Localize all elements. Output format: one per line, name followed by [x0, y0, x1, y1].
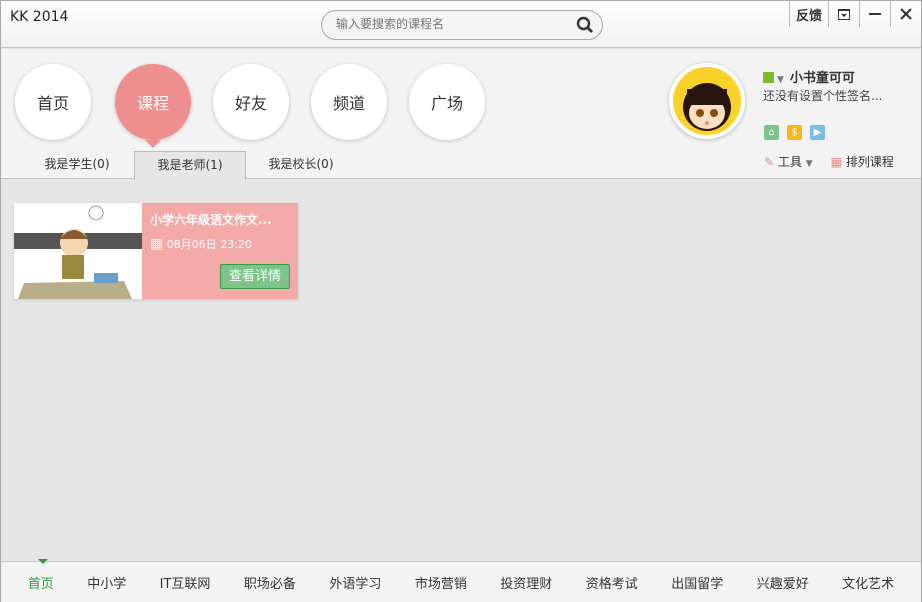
wrench-icon: ✎	[764, 155, 774, 169]
category-exams[interactable]: 资格考试	[586, 573, 638, 592]
search-icon[interactable]	[576, 16, 594, 34]
calendar-icon: ▦	[150, 236, 163, 252]
avatar[interactable]	[669, 63, 745, 139]
title-bar: KK 2014 反馈	[1, 1, 921, 48]
user-signature[interactable]: 还没有设置个性签名...	[763, 87, 882, 104]
category-arts[interactable]: 文化艺术	[842, 573, 894, 592]
tools-menu[interactable]: ✎ 工具 ▼	[764, 153, 813, 170]
category-bar: 首页 中小学 IT互联网 职场必备 外语学习 市场营销 投资理财 资格考试 出国…	[1, 561, 921, 602]
minimize-button[interactable]	[859, 1, 890, 27]
chevron-down-icon: ▼	[806, 159, 813, 169]
category-k12[interactable]: 中小学	[87, 573, 126, 592]
dropdown-box-icon	[838, 9, 850, 20]
online-status-icon[interactable]	[763, 72, 774, 83]
app-window: KK 2014 反馈 首页 课程 好友 频道 广场 我是学生(0) 我是老师(1…	[0, 0, 922, 602]
arrange-courses-button[interactable]: ▦ 排列课程	[831, 153, 894, 170]
nav-home[interactable]: 首页	[15, 64, 91, 140]
view-details-button[interactable]: 查看详情	[220, 264, 290, 289]
avatar-image	[673, 67, 741, 135]
tools-label: 工具	[778, 155, 802, 169]
search-box[interactable]	[321, 10, 603, 40]
tab-student[interactable]: 我是学生(0)	[21, 151, 133, 179]
feedback-button[interactable]: 反馈	[789, 1, 828, 27]
close-icon	[900, 8, 912, 20]
user-name-row[interactable]: ▼ 小书童可可	[763, 67, 855, 86]
video-badge-icon[interactable]: ▶	[810, 125, 825, 140]
course-date-row: ▦ 08月06日 23:20	[150, 236, 252, 252]
tab-principal[interactable]: 我是校长(0)	[245, 151, 357, 179]
course-date: 08月06日 23:20	[167, 238, 252, 251]
status-dropdown-icon[interactable]: ▼	[777, 75, 784, 85]
category-finance[interactable]: 投资理财	[500, 573, 552, 592]
user-name: 小书童可可	[790, 71, 855, 86]
home-badge-icon[interactable]: ⌂	[764, 125, 779, 140]
header: 首页 课程 好友 频道 广场 我是学生(0) 我是老师(1) 我是校长(0) ▼…	[1, 49, 921, 179]
category-career[interactable]: 职场必备	[244, 573, 296, 592]
minimize-icon	[869, 13, 881, 16]
search-input[interactable]	[336, 17, 566, 31]
category-study-abroad[interactable]: 出国留学	[671, 573, 723, 592]
category-language[interactable]: 外语学习	[329, 573, 381, 592]
skin-button[interactable]	[828, 1, 859, 27]
tab-teacher[interactable]: 我是老师(1)	[134, 151, 246, 180]
grid-icon: ▦	[831, 155, 842, 169]
course-title[interactable]: 小学六年级语文作文...	[150, 211, 272, 228]
arrange-label: 排列课程	[846, 155, 894, 169]
category-home[interactable]: 首页	[28, 573, 54, 592]
category-hobbies[interactable]: 兴趣爱好	[757, 573, 809, 592]
coin-badge-icon[interactable]: $	[787, 125, 802, 140]
nav-channels[interactable]: 频道	[311, 64, 387, 140]
category-marketing[interactable]: 市场营销	[415, 573, 467, 592]
nav-plaza[interactable]: 广场	[409, 64, 485, 140]
close-button[interactable]	[890, 1, 921, 27]
category-it[interactable]: IT互联网	[160, 573, 211, 592]
nav-friends[interactable]: 好友	[213, 64, 289, 140]
course-thumbnail	[14, 203, 142, 299]
nav-courses[interactable]: 课程	[115, 64, 191, 140]
app-title: KK 2014	[10, 9, 68, 25]
course-card[interactable]: 小学六年级语文作文... ▦ 08月06日 23:20 查看详情	[14, 203, 298, 299]
